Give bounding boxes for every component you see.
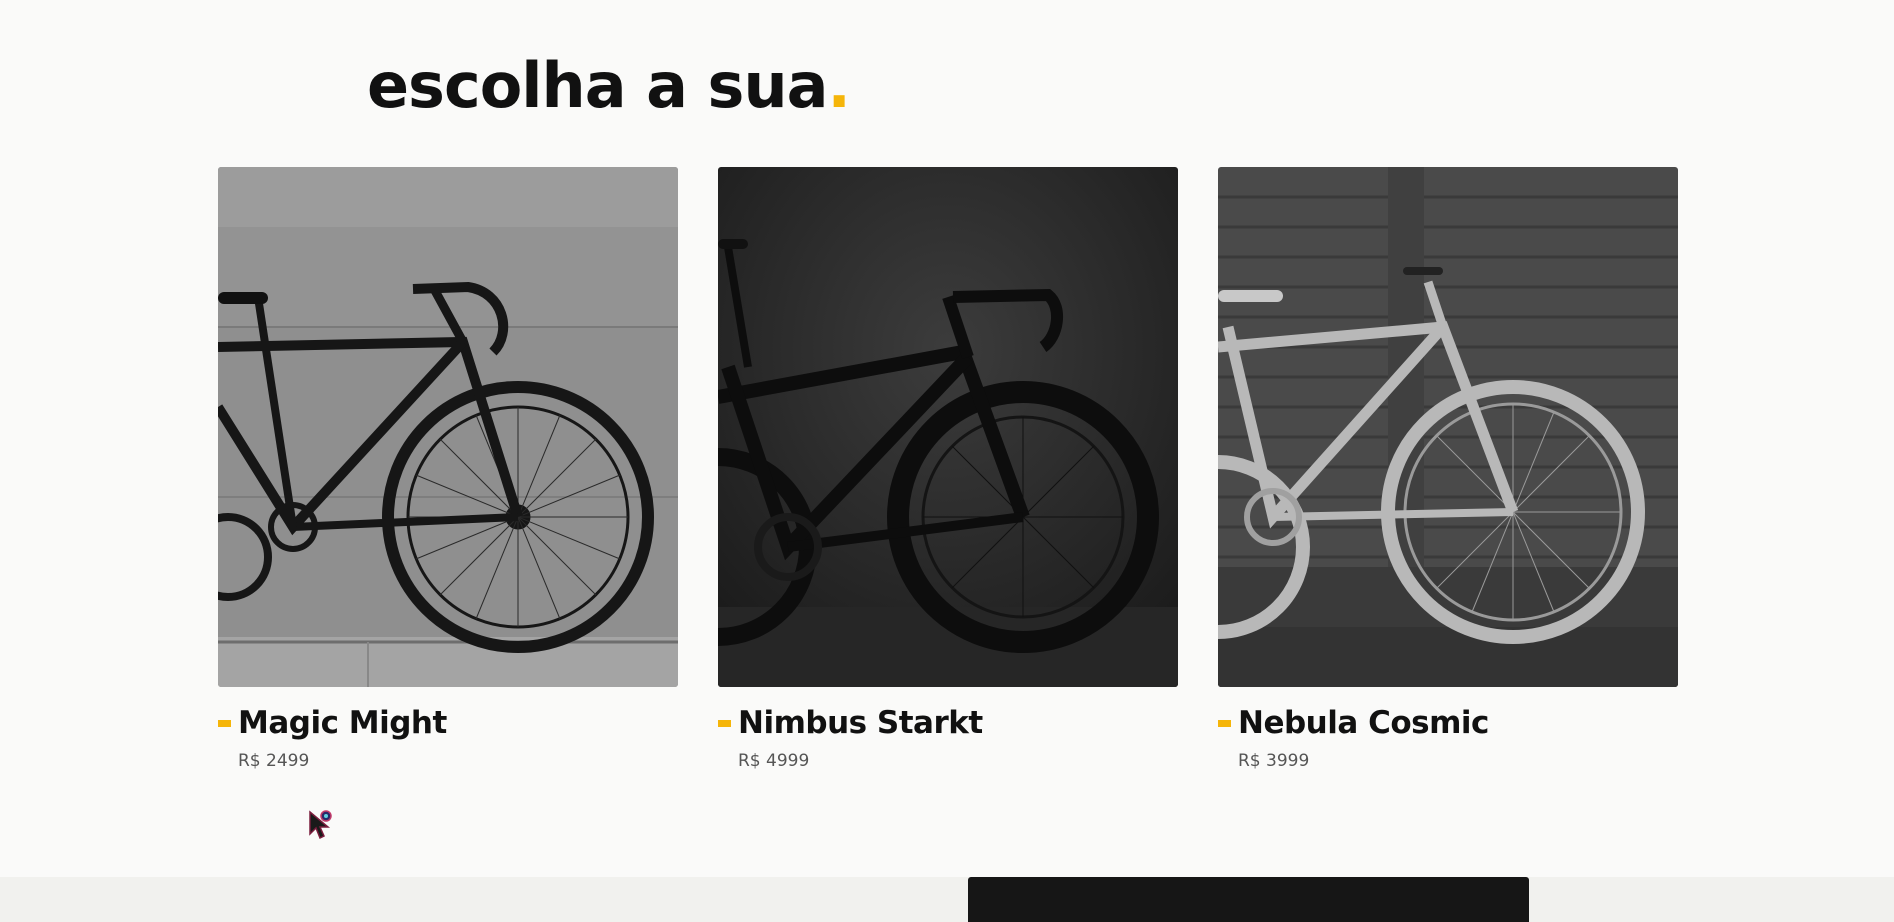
footer-dark-panel: [968, 877, 1529, 922]
page: escolha a sua. Magic Might R$ 2499 Nimbu…: [0, 0, 1894, 922]
product-title: Nimbus Starkt: [718, 703, 1178, 743]
product-image-nebula-cosmic[interactable]: [1218, 167, 1678, 687]
product-name[interactable]: Nimbus Starkt: [738, 705, 983, 741]
product-card-nimbus-starkt[interactable]: Nimbus Starkt R$ 4999: [718, 167, 1178, 771]
footer-section: [0, 877, 1894, 922]
product-price: R$ 3999: [1238, 751, 1310, 771]
title-accent-mark: [1218, 719, 1231, 727]
product-price: R$ 4999: [738, 751, 810, 771]
dark-road-bike-photo: [718, 167, 1178, 687]
title-accent-mark: [218, 719, 231, 727]
product-card-magic-might[interactable]: Magic Might R$ 2499: [218, 167, 678, 771]
white-fixie-bike-photo: [1218, 167, 1678, 687]
product-price: R$ 2499: [238, 751, 310, 771]
product-title: Nebula Cosmic: [1218, 703, 1678, 743]
product-title: Magic Might: [218, 703, 678, 743]
title-accent-mark: [718, 719, 731, 727]
heading-text: escolha a sua: [367, 49, 828, 122]
product-image-magic-might[interactable]: [218, 167, 678, 687]
section-heading: escolha a sua.: [367, 49, 851, 122]
product-image-nimbus-starkt[interactable]: [718, 167, 1178, 687]
product-list: Magic Might R$ 2499 Nimbus Starkt R$ 499…: [218, 167, 1678, 771]
product-name[interactable]: Magic Might: [238, 705, 447, 741]
mouse-cursor-icon: [309, 810, 332, 840]
product-card-nebula-cosmic[interactable]: Nebula Cosmic R$ 3999: [1218, 167, 1678, 771]
heading-accent-dot: .: [827, 49, 851, 122]
product-name[interactable]: Nebula Cosmic: [1238, 705, 1489, 741]
black-fixie-bike-photo: [218, 167, 678, 687]
